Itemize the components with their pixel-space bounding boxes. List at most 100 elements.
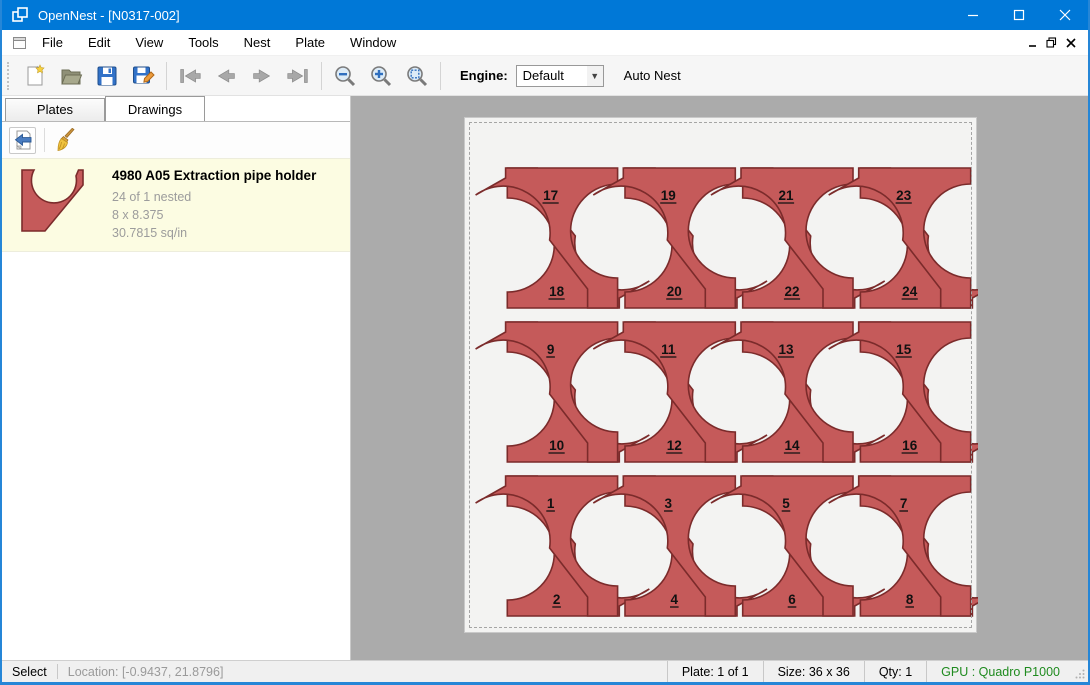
status-qty: Qty: 1	[864, 661, 926, 682]
part-number-label: 23	[896, 188, 912, 203]
mdi-child-icon	[12, 35, 28, 51]
part-shape-thumbnail	[14, 166, 88, 236]
nest-canvas[interactable]: 171819202122232491011121314151612345678	[351, 96, 1088, 660]
drawing-size: 8 x 8.375	[112, 206, 316, 224]
mdi-close-button[interactable]	[1061, 34, 1080, 52]
nest-layout: 171819202122232491011121314151612345678	[465, 118, 978, 634]
minimize-icon	[967, 9, 979, 21]
zoom-in-button[interactable]	[363, 59, 399, 93]
menu-file[interactable]: File	[31, 31, 74, 54]
part-number-label: 7	[900, 496, 908, 511]
toolbar-separator	[440, 62, 441, 90]
status-plate: Plate: 1 of 1	[667, 661, 763, 682]
menu-bar: File Edit View Tools Nest Plate Window	[2, 30, 1088, 56]
save-as-icon	[131, 64, 155, 88]
chevron-down-icon[interactable]: ▼	[587, 66, 603, 86]
part-number-label: 15	[896, 342, 912, 357]
mdi-restore-icon	[1046, 37, 1057, 48]
drawings-toolbar	[2, 122, 350, 158]
tab-plates[interactable]: Plates	[5, 98, 105, 121]
engine-select[interactable]: Default ▼	[516, 65, 604, 87]
part-number-label: 4	[671, 592, 679, 607]
last-plate-button[interactable]	[280, 59, 316, 93]
maximize-icon	[1013, 9, 1025, 21]
mdi-minimize-button[interactable]	[1023, 34, 1042, 52]
new-button[interactable]	[17, 59, 53, 93]
part-number-label: 17	[543, 188, 558, 203]
toolbar-separator	[166, 62, 167, 90]
zoom-fit-button[interactable]	[399, 59, 435, 93]
auto-nest-button[interactable]: Auto Nest	[618, 64, 687, 87]
mdi-close-icon	[1066, 38, 1076, 48]
part-number-label: 8	[906, 592, 914, 607]
save-as-button[interactable]	[125, 59, 161, 93]
previous-plate-button[interactable]	[208, 59, 244, 93]
drawing-area: 30.7815 sq/in	[112, 224, 316, 242]
new-document-icon	[23, 64, 47, 88]
menu-tools[interactable]: Tools	[177, 31, 229, 54]
menu-view[interactable]: View	[124, 31, 174, 54]
maximize-button[interactable]	[996, 0, 1042, 30]
open-button[interactable]	[53, 59, 89, 93]
tab-drawings[interactable]: Drawings	[105, 96, 205, 121]
part-number-label: 10	[549, 438, 564, 453]
part-number-label: 6	[788, 592, 796, 607]
menu-edit[interactable]: Edit	[77, 31, 121, 54]
zoom-in-icon	[369, 64, 393, 88]
drawings-panel: 4980 A05 Extraction pipe holder 24 of 1 …	[2, 121, 350, 660]
clean-broom-icon	[54, 128, 78, 152]
part-number-label: 2	[553, 592, 561, 607]
window-title: OpenNest - [N0317-002]	[38, 8, 180, 23]
part-number-label: 9	[547, 342, 555, 357]
nest-cell: 9 10	[476, 322, 650, 462]
status-size: Size: 36 x 36	[763, 661, 864, 682]
app-window: OpenNest - [N0317-002] File Edit View To…	[0, 0, 1090, 685]
save-button[interactable]	[89, 59, 125, 93]
resize-grip-icon	[1075, 669, 1085, 679]
drawing-title: 4980 A05 Extraction pipe holder	[112, 168, 316, 183]
resize-grip[interactable]	[1074, 661, 1088, 682]
engine-label: Engine:	[460, 68, 508, 83]
clean-button[interactable]	[52, 127, 79, 154]
return-drawing-icon	[12, 129, 34, 151]
tab-strip: Plates Drawings	[2, 96, 350, 121]
part-number-label: 14	[784, 438, 800, 453]
part-number-label: 3	[665, 496, 673, 511]
nest-cell: 1718	[476, 168, 650, 308]
status-separator	[57, 664, 58, 679]
menu-window[interactable]: Window	[339, 31, 407, 54]
title-bar: OpenNest - [N0317-002]	[2, 0, 1088, 30]
part-number-label: 20	[667, 284, 682, 299]
engine-selected-value: Default	[523, 68, 564, 83]
part-number-label: 5	[782, 496, 790, 511]
mdi-restore-button[interactable]	[1042, 34, 1061, 52]
app-icon	[11, 6, 29, 24]
zoom-out-icon	[333, 64, 357, 88]
toolbar-separator	[321, 62, 322, 90]
part-number-label: 24	[902, 284, 918, 299]
toolbar-grip[interactable]	[7, 62, 11, 90]
nest-cell: 13 14	[711, 322, 885, 462]
menu-nest[interactable]: Nest	[233, 31, 282, 54]
drawing-list-item[interactable]: 4980 A05 Extraction pipe holder 24 of 1 …	[2, 158, 350, 252]
part-number-label: 11	[661, 342, 676, 357]
part-number-label: 13	[778, 342, 794, 357]
menu-plate[interactable]: Plate	[284, 31, 336, 54]
zoom-out-button[interactable]	[327, 59, 363, 93]
minimize-button[interactable]	[950, 0, 996, 30]
next-plate-button[interactable]	[244, 59, 280, 93]
plate[interactable]: 171819202122232491011121314151612345678	[464, 117, 977, 633]
part-number-label: 16	[902, 438, 918, 453]
return-drawing-button[interactable]	[9, 127, 36, 154]
close-button[interactable]	[1042, 0, 1088, 30]
nav-previous-icon	[213, 65, 239, 87]
first-plate-button[interactable]	[172, 59, 208, 93]
save-icon	[95, 64, 119, 88]
status-mode: Select	[12, 665, 47, 679]
status-bar: Select Location: [-0.9437, 21.8796] Plat…	[2, 660, 1088, 682]
nest-cell: 56	[711, 476, 885, 616]
part-number-label: 1	[547, 496, 555, 511]
status-location: Location: [-0.9437, 21.8796]	[68, 665, 224, 679]
zoom-fit-icon	[405, 64, 429, 88]
nest-cell: 2122	[711, 168, 885, 308]
